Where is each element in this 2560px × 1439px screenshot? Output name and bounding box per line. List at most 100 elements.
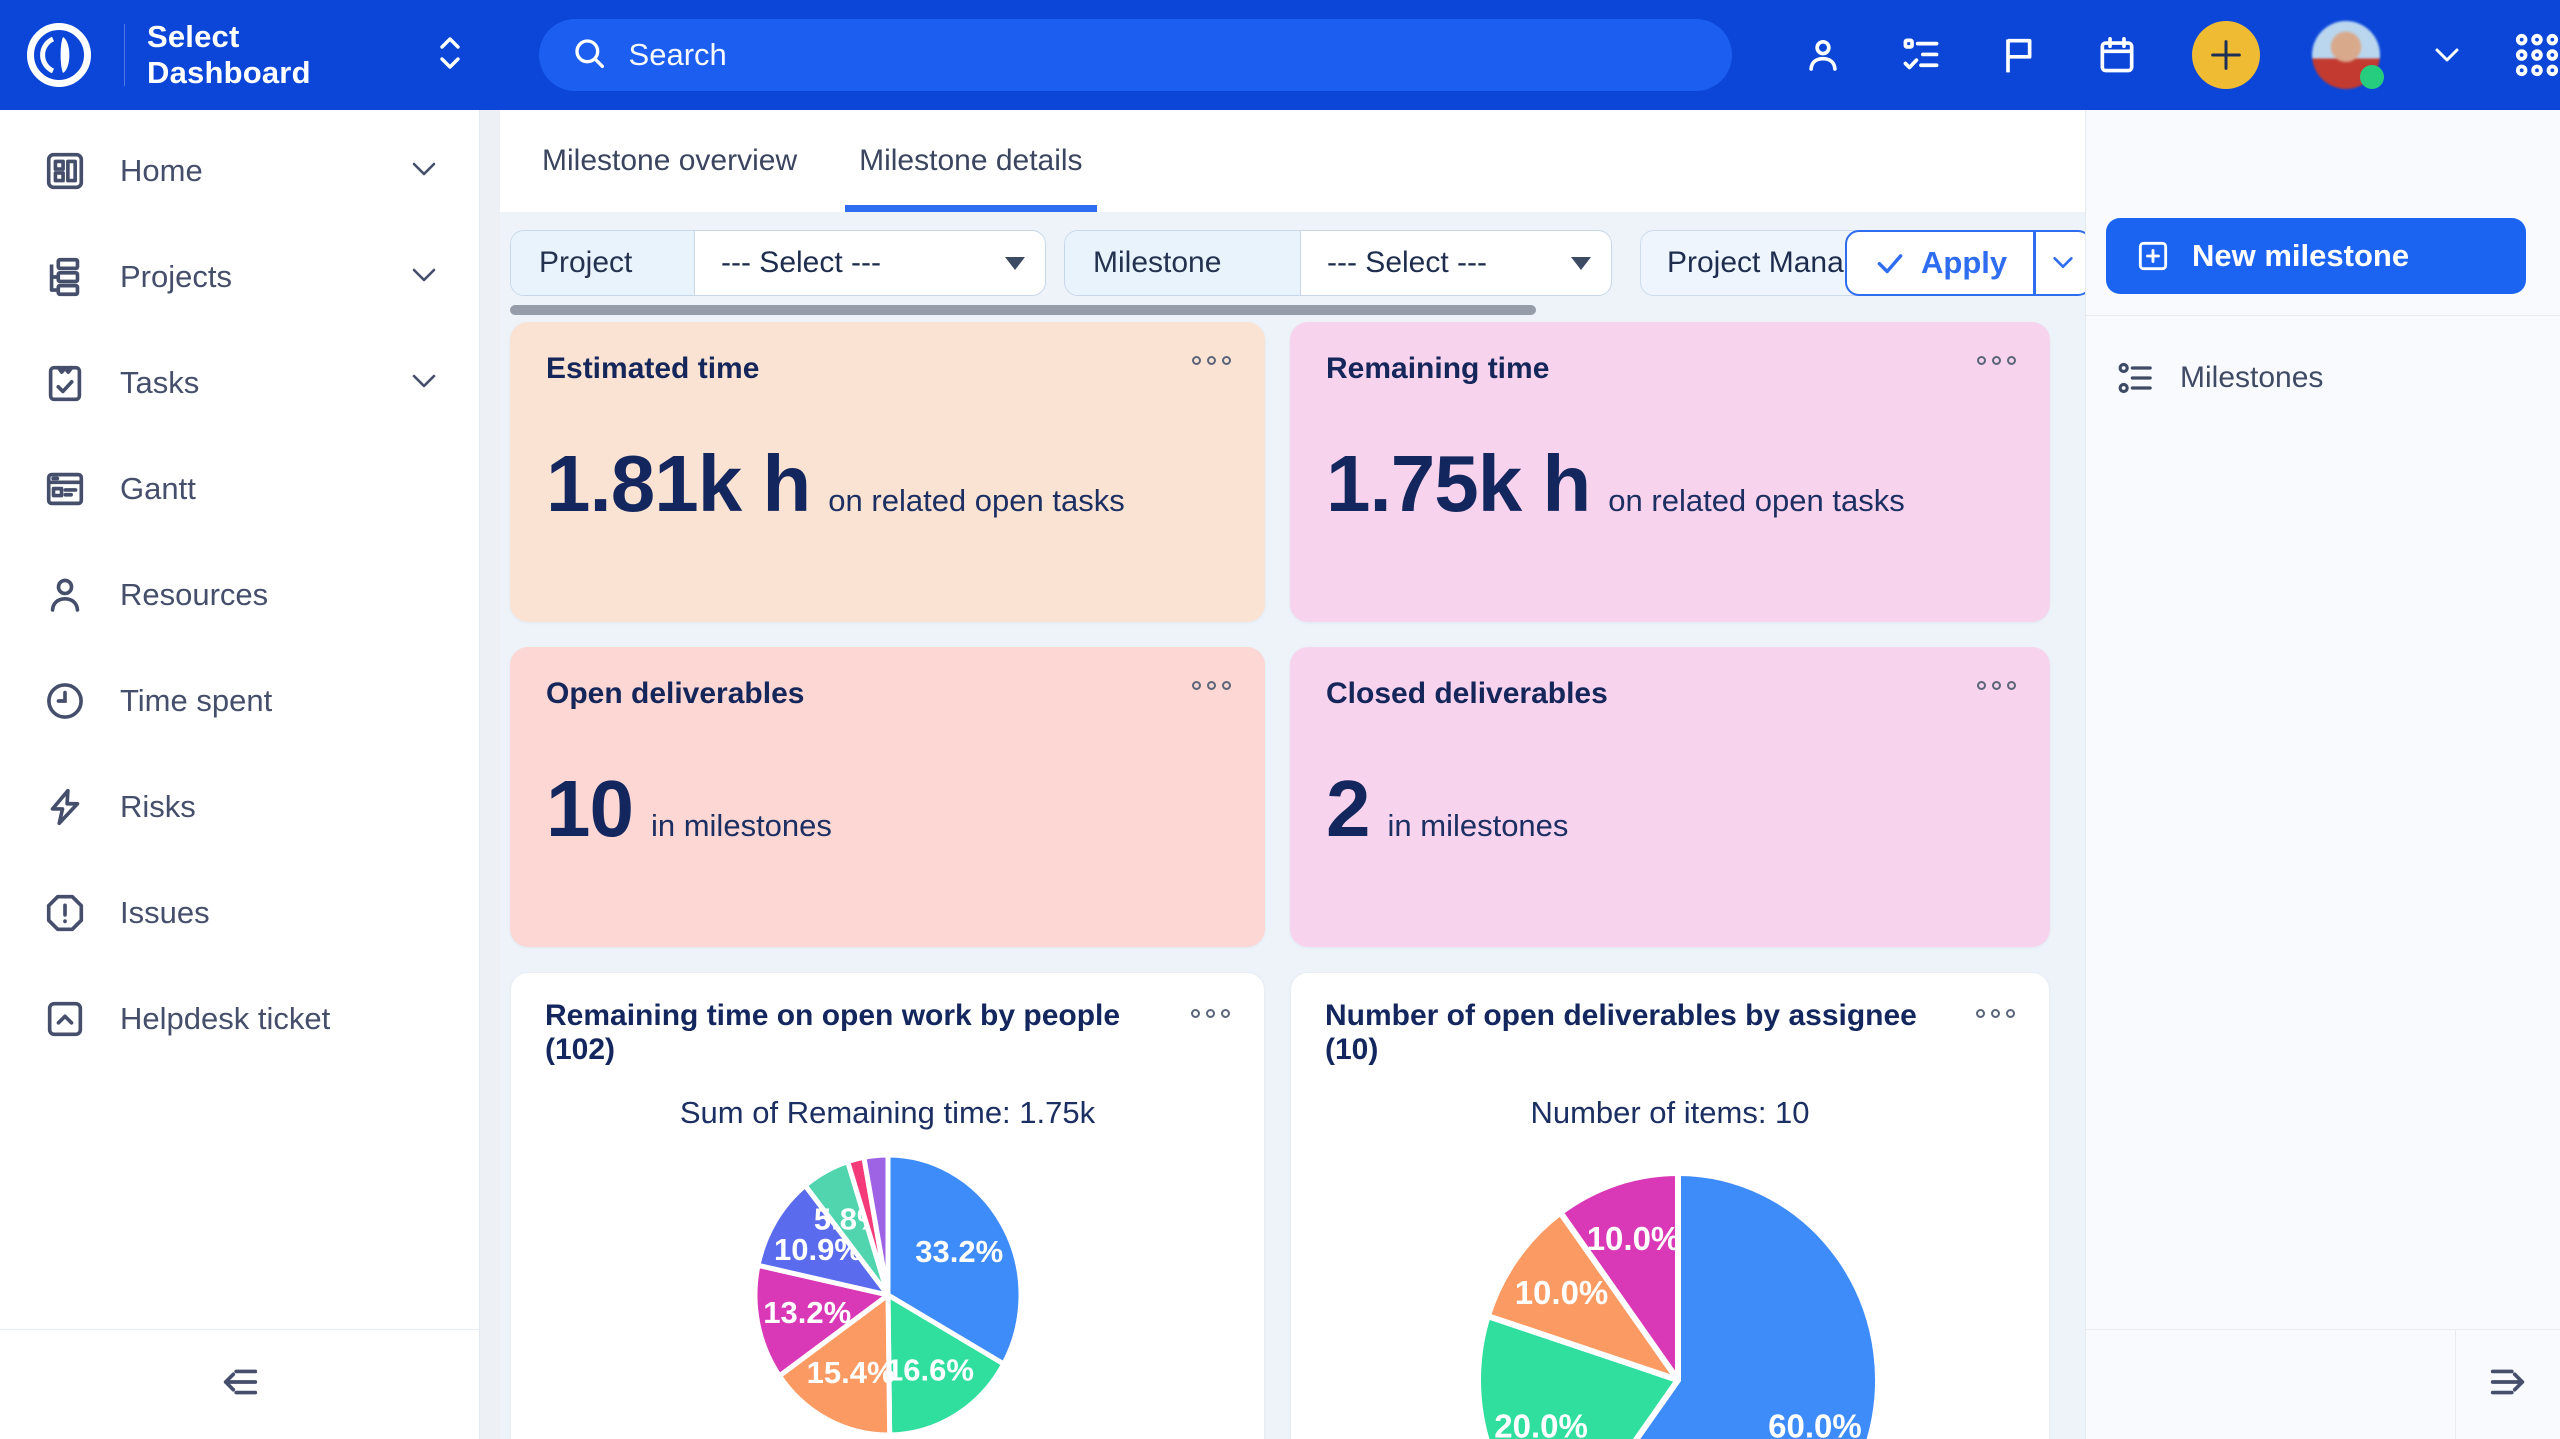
chart-menu-button[interactable] xyxy=(1191,1009,1230,1018)
search-input[interactable] xyxy=(629,37,1629,73)
search-bar[interactable] xyxy=(539,19,1732,91)
milestone-filter-label: Milestone xyxy=(1065,231,1301,295)
sidebar-item-label: Risks xyxy=(120,789,439,825)
chart-card-remaining-time-by-people: Remaining time on open work by people (1… xyxy=(510,972,1265,1439)
card-menu-button[interactable] xyxy=(1192,681,1231,690)
card-menu-button[interactable] xyxy=(1977,356,2016,365)
user-menu-chevron-icon[interactable] xyxy=(2432,44,2462,66)
task-list-icon[interactable] xyxy=(1898,32,1944,78)
card-value: 1.81k h xyxy=(546,438,810,530)
chart-subtitle: Number of items: 10 xyxy=(1291,1095,2049,1131)
widget-grid: Estimated time 1.81k h on related open t… xyxy=(510,322,2050,1439)
new-milestone-button[interactable]: New milestone xyxy=(2106,218,2526,294)
sidebar-item-resources[interactable]: Resources xyxy=(0,560,479,630)
pie-svg-0: 33.2%16.6%15.4%13.2%10.9%5.8% xyxy=(511,1135,1265,1439)
sidebar-item-issues[interactable]: Issues xyxy=(0,878,479,948)
projects-tree-icon xyxy=(42,254,88,300)
app-logo-icon[interactable] xyxy=(26,22,92,88)
tab-milestone-details[interactable]: Milestone details xyxy=(845,110,1096,212)
card-value: 10 xyxy=(546,763,633,855)
calendar-icon[interactable] xyxy=(2094,32,2140,78)
svg-text:10.0%: 10.0% xyxy=(1587,1220,1681,1257)
card-menu-button[interactable] xyxy=(1977,681,2016,690)
card-value: 2 xyxy=(1326,763,1370,855)
milestones-list-label: Milestones xyxy=(2180,361,2323,395)
sidebar-item-label: Helpdesk ticket xyxy=(120,1001,439,1037)
topbar-icon-group xyxy=(1800,21,2560,89)
chart-card-deliverables-by-assignee: Number of open deliverables by assignee … xyxy=(1290,972,2050,1439)
milestone-filter-value: --- Select --- xyxy=(1301,231,1571,295)
collapse-sidebar-icon[interactable] xyxy=(217,1359,263,1410)
chart-menu-button[interactable] xyxy=(1976,1009,2015,1018)
project-filter-label: Project xyxy=(511,231,695,295)
tab-milestone-overview[interactable]: Milestone overview xyxy=(528,110,811,212)
sidebar-item-label: Projects xyxy=(120,259,409,295)
flag-icon[interactable] xyxy=(1996,32,2042,78)
user-avatar[interactable] xyxy=(2312,21,2380,89)
card-menu-button[interactable] xyxy=(1192,356,1231,365)
svg-text:16.6%: 16.6% xyxy=(886,1353,974,1388)
sidebar-scrollbar[interactable] xyxy=(480,110,500,1439)
sidebar-item-time-spent[interactable]: Time spent xyxy=(0,666,479,736)
profile-icon[interactable] xyxy=(1800,32,1846,78)
sidebar-item-tasks[interactable]: Tasks xyxy=(0,348,479,418)
card-title: Closed deliverables xyxy=(1326,677,2014,711)
quick-add-button[interactable] xyxy=(2192,21,2260,89)
tab-bar: Milestone overview Milestone details xyxy=(500,110,2085,212)
sidebar-item-helpdesk-ticket[interactable]: Helpdesk ticket xyxy=(0,984,479,1054)
apps-grid-icon[interactable] xyxy=(2514,32,2560,78)
sidebar-item-label: Gantt xyxy=(120,471,439,507)
lightning-icon xyxy=(42,784,88,830)
kpi-card-open-deliverables: Open deliverables 10 in milestones xyxy=(510,647,1265,947)
sort-chevrons-icon xyxy=(435,32,465,79)
card-caption: in milestones xyxy=(651,808,832,844)
kpi-card-estimated-time: Estimated time 1.81k h on related open t… xyxy=(510,322,1265,622)
svg-text:10.0%: 10.0% xyxy=(1515,1274,1609,1311)
divider xyxy=(124,24,125,86)
kpi-card-remaining-time: Remaining time 1.75k h on related open t… xyxy=(1290,322,2050,622)
svg-text:13.2%: 13.2% xyxy=(763,1295,851,1330)
milestones-list-item[interactable]: Milestones xyxy=(2086,340,2560,416)
apply-button-group: Apply xyxy=(1845,230,2085,296)
svg-text:33.2%: 33.2% xyxy=(915,1234,1003,1269)
sidebar-item-gantt[interactable]: Gantt xyxy=(0,454,479,524)
sidebar-item-home[interactable]: Home xyxy=(0,136,479,206)
milestones-list-icon xyxy=(2116,358,2156,398)
dashboard-icon xyxy=(42,148,88,194)
plus-square-icon xyxy=(2134,237,2172,275)
project-filter-value: --- Select --- xyxy=(695,231,1005,295)
chevron-down-icon xyxy=(409,371,439,396)
pie-svg-1: 60.0%20.0%10.0%10.0% xyxy=(1291,1135,2050,1439)
card-caption: on related open tasks xyxy=(828,483,1124,519)
sidebar: Home Projects xyxy=(0,110,480,1439)
sidebar-item-label: Resources xyxy=(120,577,439,613)
select-caret-icon xyxy=(1005,257,1025,270)
apply-dropdown-button[interactable] xyxy=(2035,230,2085,296)
card-value: 1.75k h xyxy=(1326,438,1590,530)
expand-panel-icon[interactable] xyxy=(2485,1359,2531,1410)
select-caret-icon xyxy=(1571,257,1591,270)
card-title: Remaining time xyxy=(1326,352,2014,386)
clipboard-check-icon xyxy=(42,360,88,406)
card-title: Open deliverables xyxy=(546,677,1229,711)
project-manager-filter-value: Project Mana xyxy=(1667,246,1844,280)
right-panel: New milestone Milestones xyxy=(2085,110,2560,1439)
card-caption: in milestones xyxy=(1388,808,1569,844)
chevron-down-icon xyxy=(2049,253,2077,273)
milestone-filter-select[interactable]: Milestone --- Select --- xyxy=(1064,230,1612,296)
dashboard-selector[interactable]: Select Dashboard xyxy=(147,19,465,91)
active-tab-underline xyxy=(845,205,1096,212)
card-caption: on related open tasks xyxy=(1608,483,1904,519)
kpi-card-closed-deliverables: Closed deliverables 2 in milestones xyxy=(1290,647,2050,947)
chevron-down-icon xyxy=(409,159,439,184)
sidebar-item-risks[interactable]: Risks xyxy=(0,772,479,842)
project-filter-select[interactable]: Project --- Select --- xyxy=(510,230,1046,296)
sidebar-item-label: Time spent xyxy=(120,683,439,719)
horizontal-scrollbar[interactable] xyxy=(510,305,1536,315)
apply-button[interactable]: Apply xyxy=(1845,230,2035,296)
sidebar-item-projects[interactable]: Projects xyxy=(0,242,479,312)
topbar: Select Dashboard xyxy=(0,0,2560,110)
filter-bar: Project --- Select --- Milestone --- Sel… xyxy=(500,212,2085,322)
box-arrow-up-icon xyxy=(42,996,88,1042)
main-content: Milestone overview Milestone details Pro… xyxy=(500,110,2085,1439)
